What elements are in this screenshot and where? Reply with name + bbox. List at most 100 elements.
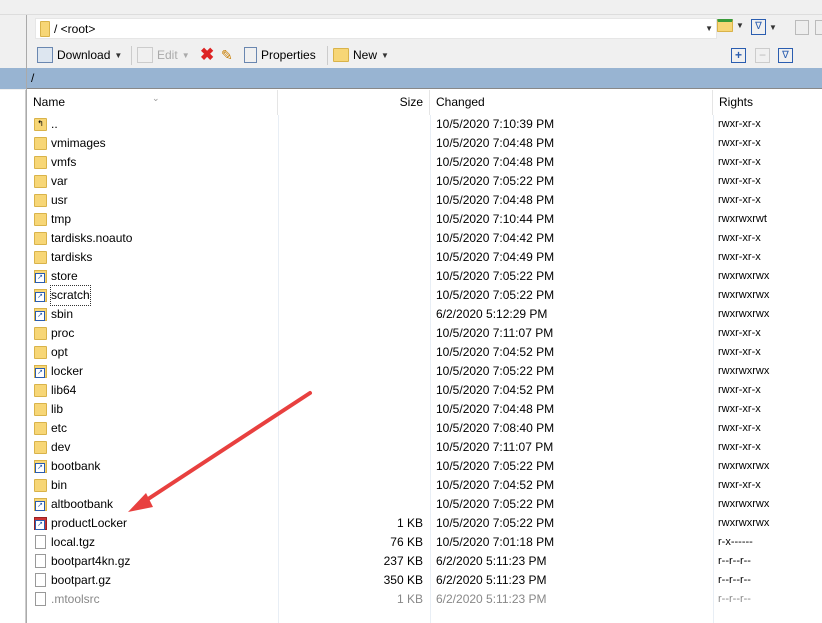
edit-button[interactable]: Edit ▼ [137,45,190,65]
file-changed: 10/5/2020 7:10:44 PM [436,212,555,226]
file-size: 1 KB [396,516,423,530]
file-row[interactable]: locker 10/5/2020 7:05:22 PM rwxrwxrwx [27,362,822,381]
file-rights: r-x------ [718,536,753,548]
sort-chevron-icon: ⌄ [152,93,160,103]
file-row[interactable]: vmimages 10/5/2020 7:04:48 PM rwxr-xr-x [27,134,822,153]
local-file-list[interactable] [0,90,26,623]
folder-icon [34,422,47,435]
remote-path-bar: / [27,68,822,89]
file-name: vmfs [51,155,77,169]
file-row[interactable]: store 10/5/2020 7:05:22 PM rwxrwxrwx [27,267,822,286]
file-rights: rwxr-xr-x [718,175,761,187]
open-directory-button[interactable]: ▼ [717,19,744,32]
new-button[interactable]: New ▼ [333,45,389,65]
file-row[interactable]: bootbank 10/5/2020 7:05:22 PM rwxrwxrwx [27,457,822,476]
file-row[interactable]: dev 10/5/2020 7:11:07 PM rwxr-xr-x [27,438,822,457]
folder-icon [34,479,47,492]
download-icon [37,47,53,63]
column-name[interactable]: Name ⌄ [27,90,278,115]
file-rights: r--r--r-- [718,555,751,567]
rename-button[interactable]: ✎ [221,45,233,65]
remote-file-list[interactable]: ↰.. 10/5/2020 7:10:39 PM rwxr-xr-x vmimages… [27,115,822,609]
file-row[interactable]: opt 10/5/2020 7:04:52 PM rwxr-xr-x [27,343,822,362]
address-row: / <root> ▼ ▼ ∇ ▼ [27,15,822,43]
select-files-icon[interactable]: + [731,48,746,63]
file-rights: r--r--r-- [718,593,751,605]
delete-button[interactable]: ✖ [200,45,214,65]
file-name: lib64 [51,383,77,397]
file-rights: r--r--r-- [718,574,751,586]
file-size: 1 KB [396,592,423,606]
file-rights: rwxr-xr-x [718,479,761,491]
folder-icon [34,213,47,226]
rename-icon: ✎ [221,46,233,63]
file-row[interactable]: bin 10/5/2020 7:04:52 PM rwxr-xr-x [27,476,822,495]
folder-icon [34,251,47,264]
file-row[interactable]: .mtoolsrc 1 KB 6/2/2020 5:11:23 PM r--r--r-… [27,590,822,609]
folder-link-icon [34,270,47,283]
chevron-down-icon: ▼ [736,21,744,30]
file-row[interactable]: bootpart.gz 350 KB 6/2/2020 5:11:23 PM r--r… [27,571,822,590]
file-changed: 10/5/2020 7:05:22 PM [436,516,555,530]
file-row[interactable]: var 10/5/2020 7:05:22 PM rwxr-xr-x [27,172,822,191]
file-row[interactable]: tardisks.noauto 10/5/2020 7:04:42 PM rwxr-… [27,229,822,248]
folder-icon [34,137,47,150]
file-name: sbin [51,307,74,321]
file-row[interactable]: etc 10/5/2020 7:08:40 PM rwxr-xr-x [27,419,822,438]
file-row[interactable]: scratch 10/5/2020 7:05:22 PM rwxrwxrwx [27,285,822,306]
open-folder-icon [717,19,733,32]
file-rights: rwxr-xr-x [718,346,761,358]
file-row[interactable]: bootpart4kn.gz 237 KB 6/2/2020 5:11:23 PM r… [27,552,822,571]
file-name: bin [51,478,68,492]
path-combobox[interactable]: / <root> ▼ [35,18,717,39]
unselect-files-icon[interactable]: − [755,48,770,63]
filter-select-icon[interactable]: ∇ [778,48,793,63]
file-row[interactable]: sbin 6/2/2020 5:12:29 PM rwxrwxrwx [27,305,822,324]
column-rights-label: Rights [719,95,754,109]
file-name: .. [51,117,58,131]
file-row[interactable]: tardisks 10/5/2020 7:04:49 PM rwxr-xr-x [27,248,822,267]
file-changed: 10/5/2020 7:04:52 PM [436,345,555,359]
file-row[interactable]: lib 10/5/2020 7:04:48 PM rwxr-xr-x [27,400,822,419]
file-changed: 6/2/2020 5:11:23 PM [436,554,547,568]
file-name: vmimages [51,136,106,150]
chevron-down-icon[interactable]: ▼ [114,51,122,60]
file-row[interactable]: proc 10/5/2020 7:11:07 PM rwxr-xr-x [27,324,822,343]
parent-directory-icon[interactable] [795,20,809,35]
file-changed: 10/5/2020 7:04:52 PM [436,383,555,397]
root-directory-icon[interactable] [815,20,822,35]
file-row[interactable]: usr 10/5/2020 7:04:48 PM rwxr-xr-x [27,191,822,210]
file-rights: rwxr-xr-x [718,384,761,396]
file-row[interactable]: altbootbank 10/5/2020 7:05:22 PM rwxrwxrwx [27,495,822,514]
column-changed[interactable]: Changed [430,90,713,115]
file-changed: 10/5/2020 7:05:22 PM [436,174,555,188]
file-row[interactable]: local.tgz 76 KB 10/5/2020 7:01:18 PM r-x---… [27,533,822,552]
file-row[interactable]: vmfs 10/5/2020 7:04:48 PM rwxr-xr-x [27,153,822,172]
folder-icon [34,194,47,207]
filter-icon: ∇ [751,19,766,35]
file-size: 76 KB [390,535,423,549]
properties-icon [244,47,257,63]
toolbar-separator [131,46,132,65]
file-row[interactable]: ↰.. 10/5/2020 7:10:39 PM rwxr-xr-x [27,115,822,134]
file-changed: 10/5/2020 7:11:07 PM [436,440,554,454]
file-name: usr [51,193,68,207]
column-rights[interactable]: Rights [713,90,822,115]
column-name-label: Name [33,95,66,109]
properties-button[interactable]: Properties [244,45,316,65]
title-strip [0,0,822,15]
file-row[interactable]: productLocker 1 KB 10/5/2020 7:05:22 PM rwx… [27,514,822,533]
file-name: local.tgz [51,535,96,549]
file-row[interactable]: lib64 10/5/2020 7:04:52 PM rwxr-xr-x [27,381,822,400]
file-changed: 10/5/2020 7:10:39 PM [436,117,555,131]
folder-link-icon [34,365,47,378]
file-changed: 10/5/2020 7:08:40 PM [436,421,555,435]
chevron-down-icon[interactable]: ▼ [705,24,713,33]
file-row[interactable]: tmp 10/5/2020 7:10:44 PM rwxrwxrwt [27,210,822,229]
download-button[interactable]: Download ▼ [37,45,122,65]
file-name: etc [51,421,68,435]
filter-button[interactable]: ∇ ▼ [751,19,777,35]
chevron-down-icon: ▼ [181,50,190,60]
file-rights: rwxr-xr-x [718,327,761,339]
column-size[interactable]: Size [278,90,430,115]
